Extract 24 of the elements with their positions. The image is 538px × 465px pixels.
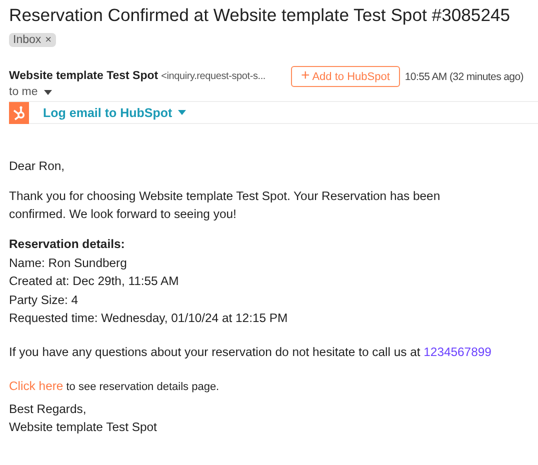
body-line: Best Regards, [9, 400, 88, 418]
log-email-dropdown[interactable]: Log email to HubSpot [43, 106, 186, 120]
sender-address: <inquiry.request-spot-s... [161, 71, 266, 82]
body-paragraph: Thank you for choosing Website template Test Spot. Your Reservation has been confirmed. We look forward to seeing you! [9, 188, 442, 223]
body-line: Requested time: Wednesday, 01/10/24 at 12:15 PM [9, 310, 289, 327]
sender-name: Website template Test Spot [9, 70, 158, 82]
body-paragraph: Dear Ron, [9, 158, 66, 175]
label-text: Inbox [13, 34, 42, 46]
phone-link[interactable]: 1234567899 [424, 344, 492, 358]
body-line: Created at: Dec 29th, 11:55 AM [9, 273, 180, 290]
click-here-link[interactable]: Click here [9, 378, 64, 392]
body-line: Website template Test Spot [9, 419, 158, 436]
body-line: Party Size: 4 [9, 292, 80, 308]
remove-label-button[interactable]: × [45, 34, 52, 46]
details-heading: Reservation details: [9, 236, 126, 253]
hubspot-logo-icon [9, 102, 29, 124]
body-line: Name: Ron Sundberg [9, 254, 128, 272]
body-paragraph: Click here to see reservation details page. [9, 378, 220, 394]
body-paragraph: If you have any questions about your reservation do not hesitate to call us at 1234567899 [9, 344, 492, 360]
caret-icon[interactable] [44, 90, 52, 94]
add-to-hubspot-button[interactable]: + Add to HubSpot [291, 66, 400, 87]
email-time: 10:55 AM (32 minutes ago) [404, 70, 524, 83]
recipient-text: to me [9, 86, 38, 98]
email-subject: Reservation Confirmed at Website template Test Spot #3085245 [9, 5, 512, 26]
